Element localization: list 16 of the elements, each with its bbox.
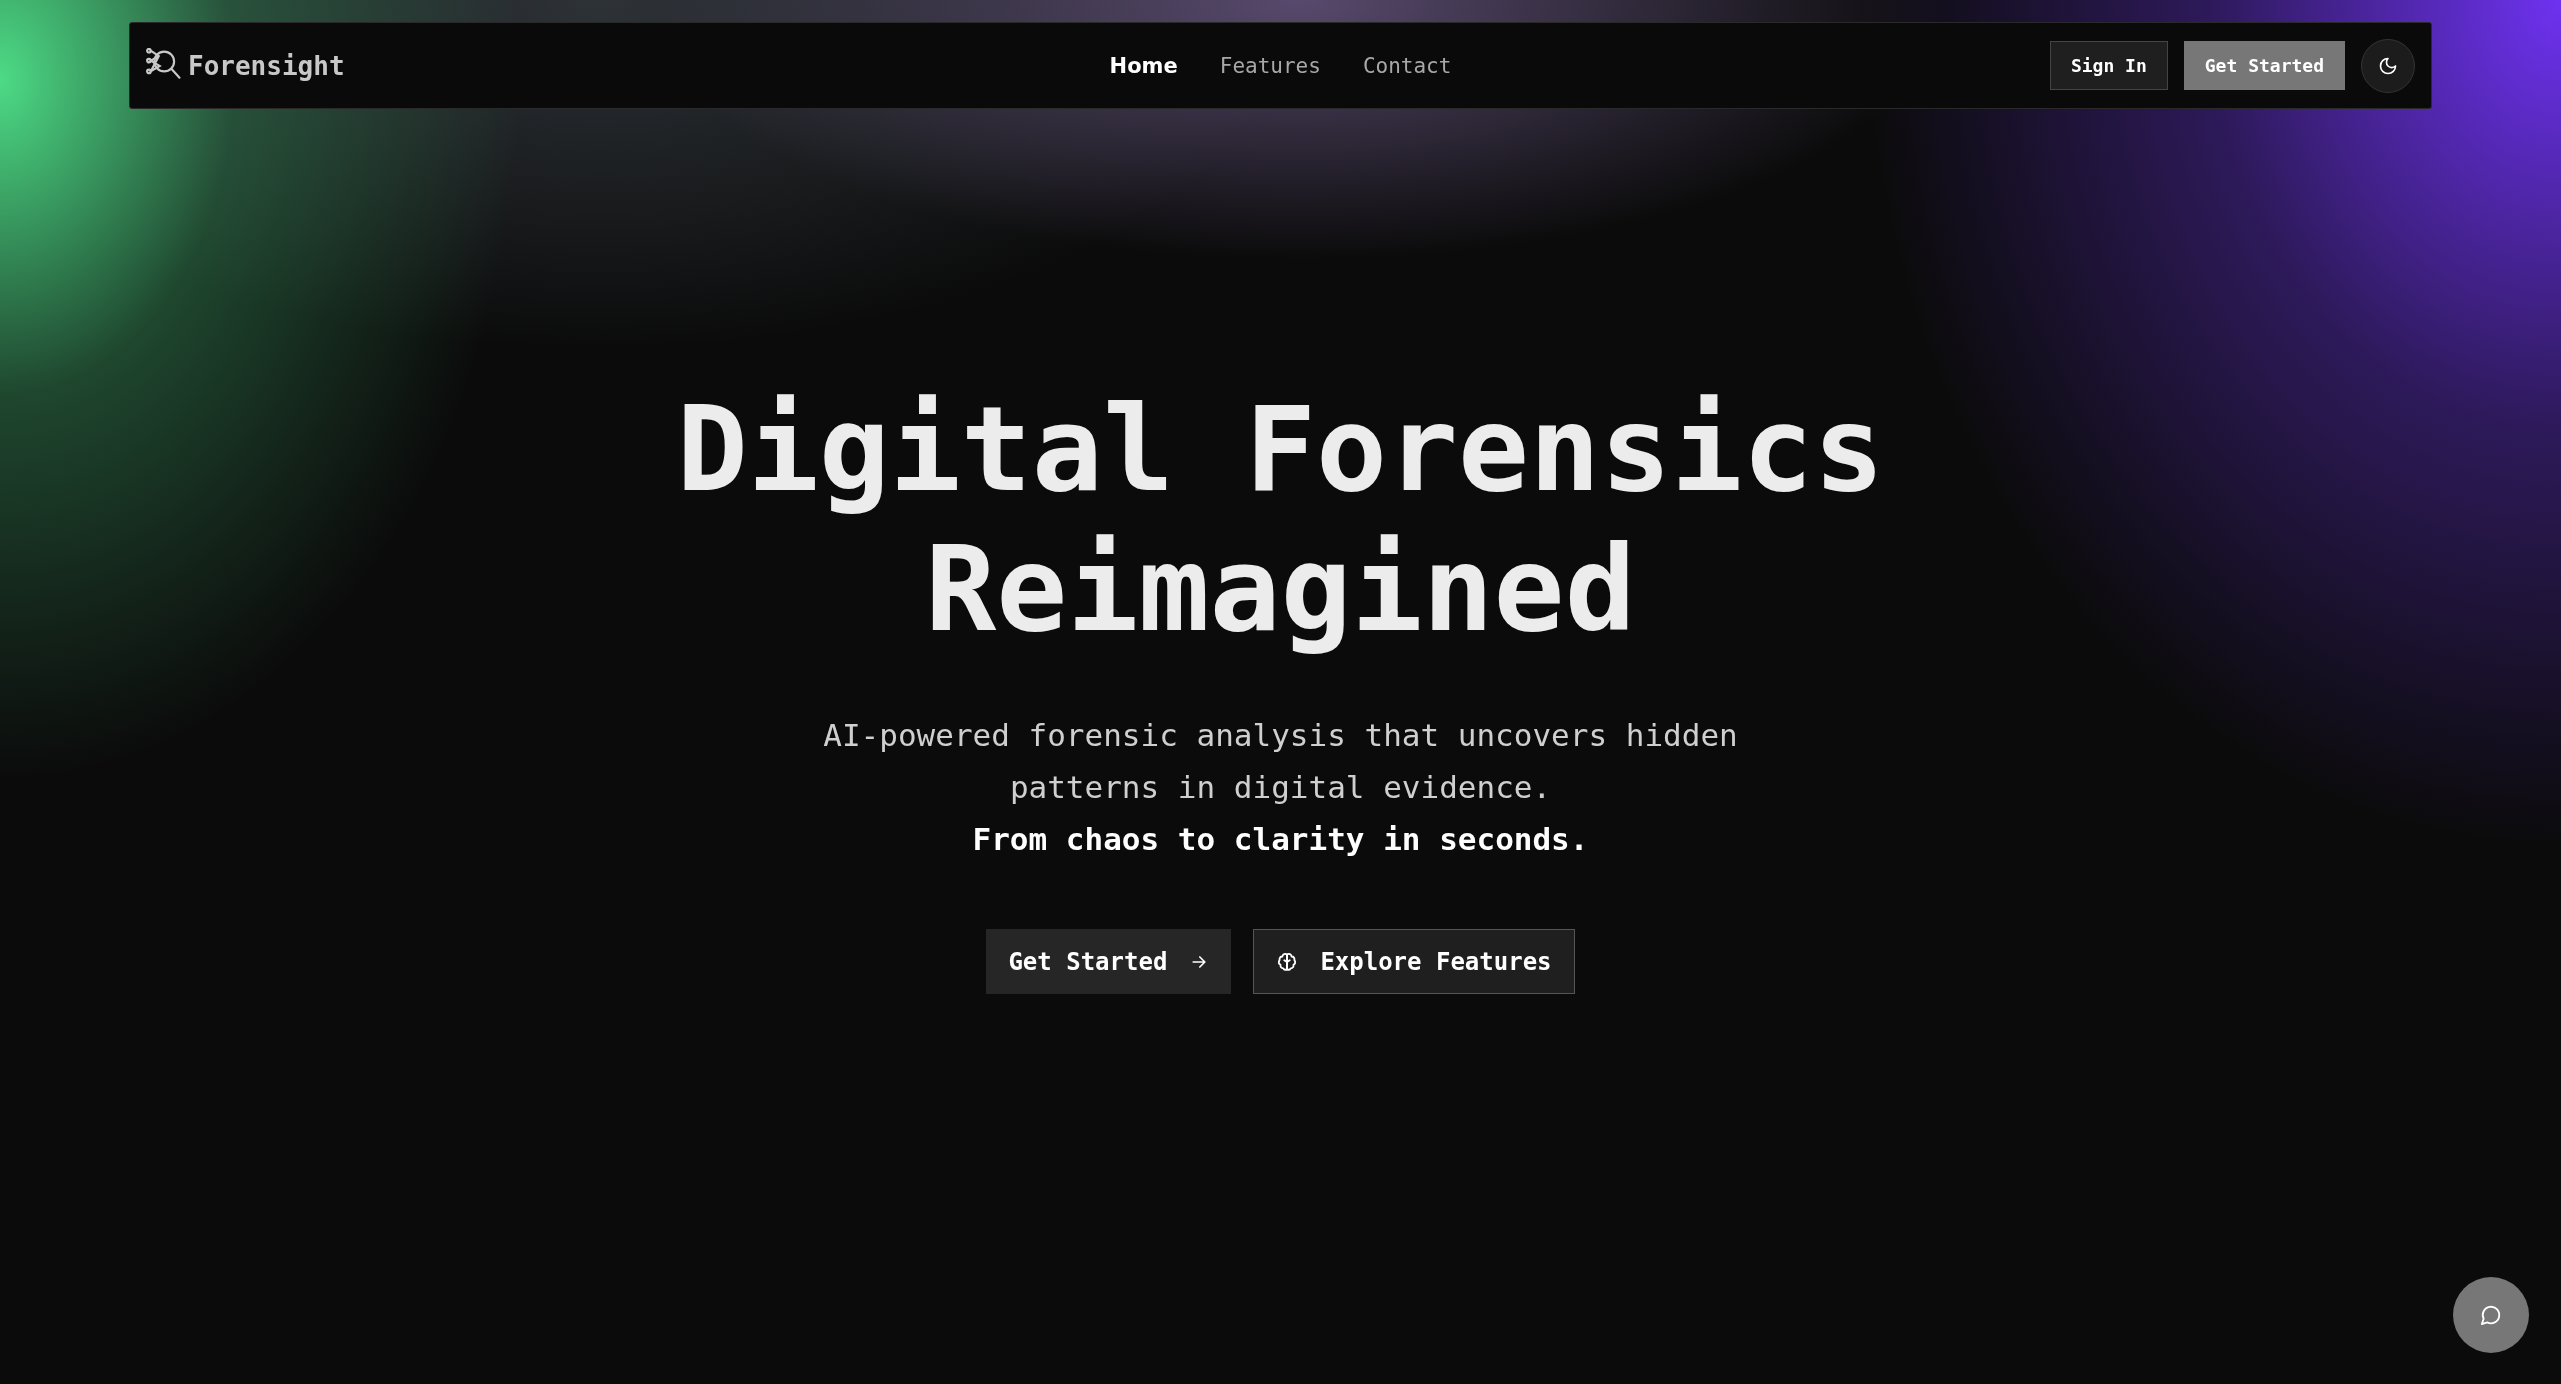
nav-link[interactable]: Features xyxy=(1219,53,1321,78)
chat-bubble-icon xyxy=(2480,1304,2502,1326)
nav-link[interactable]: Contact xyxy=(1362,53,1452,78)
nav-link[interactable]: Home xyxy=(1109,53,1178,78)
theme-toggle-button[interactable] xyxy=(2361,38,2415,93)
logo-text[interactable]: Forensight xyxy=(188,50,345,81)
explore-features-button[interactable]: Explore Features xyxy=(1253,929,1575,994)
hero-heading: Digital Forensics xyxy=(676,379,1885,519)
moon-icon xyxy=(2378,55,2398,76)
hero-heading: Reimagined xyxy=(925,519,1636,659)
get-started-button[interactable]: Get Started xyxy=(986,929,1232,994)
brain-icon xyxy=(1276,950,1299,973)
hero-tagline: From chaos to clarity in seconds. xyxy=(972,821,1589,857)
get-started-button[interactable]: Get Started xyxy=(2183,41,2345,90)
sign-in-button[interactable]: Sign In xyxy=(2049,41,2168,90)
hero-subtitle: AI-powered forensic analysis that uncovers hidden patterns in digital evidence. xyxy=(822,716,1739,807)
